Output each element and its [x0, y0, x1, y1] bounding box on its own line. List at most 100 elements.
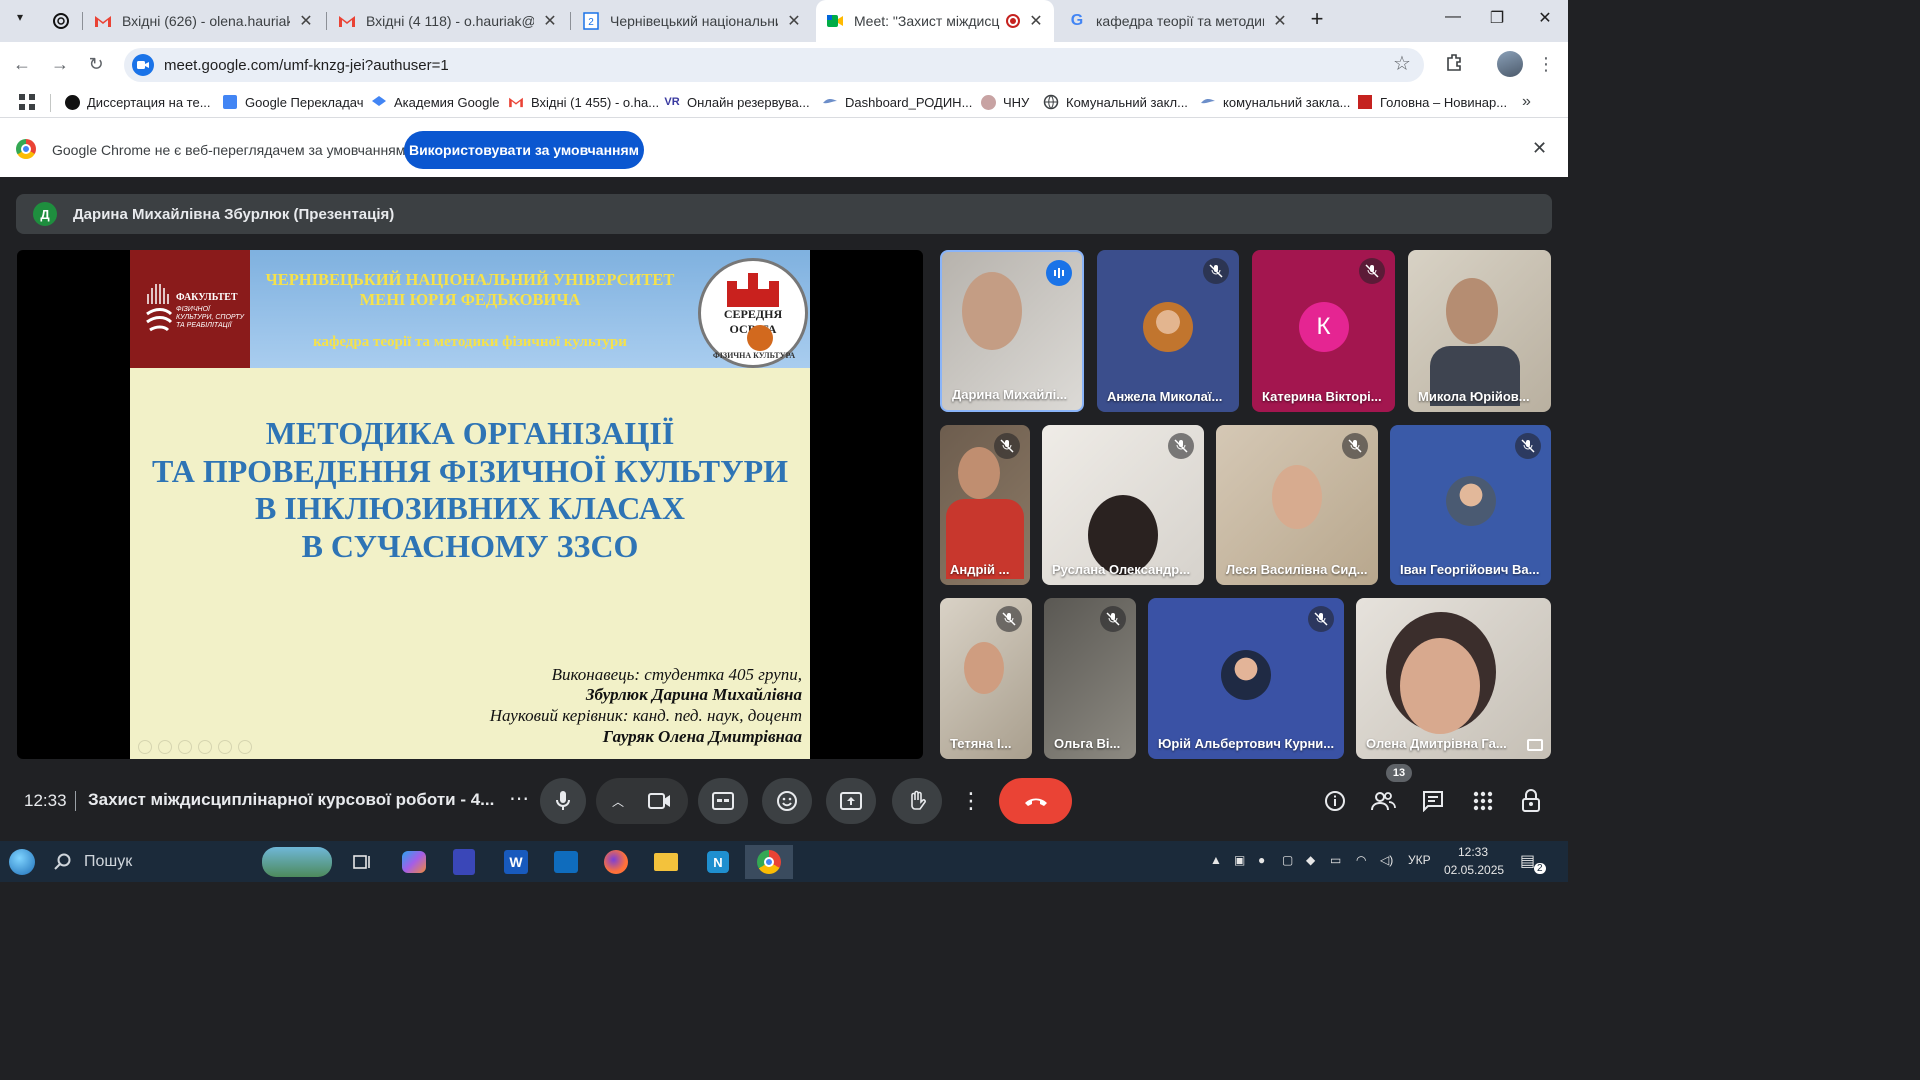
tab-title: кафедра теорії та методики фі [1096, 13, 1264, 29]
maximize-button[interactable]: ❐ [1482, 8, 1512, 32]
microphone-button[interactable] [540, 778, 586, 824]
task-view-button[interactable] [343, 845, 383, 879]
bookmark-item[interactable]: Google Перекладач [222, 92, 364, 112]
more-options-icon[interactable]: ⋯ [505, 789, 533, 814]
chrome-taskbar-button[interactable] [745, 845, 793, 879]
bookmark-item[interactable]: Комунальний закл... [1043, 92, 1188, 112]
participant-tile[interactable]: Андрій ... [940, 425, 1030, 585]
presenter-label: Дарина Михайлівна Збурлюк (Презентація) [73, 205, 395, 223]
host-controls-button[interactable] [1516, 786, 1546, 816]
close-tab-icon[interactable]: ✕ [786, 11, 802, 31]
participant-tile[interactable]: Олена Дмитрівна Га... [1356, 598, 1551, 759]
faculty-title: ФАКУЛЬТЕТ [176, 292, 238, 303]
more-actions-button[interactable]: ⋮ [956, 778, 986, 824]
captions-button[interactable] [698, 778, 748, 824]
apps-icon[interactable] [18, 92, 36, 112]
forward-button[interactable]: → [48, 52, 72, 76]
pip-icon[interactable] [1527, 739, 1543, 751]
participant-tile[interactable]: Юрій Альбертович Курни... [1148, 598, 1344, 759]
reload-button[interactable]: ↻ [84, 52, 108, 76]
browser-menu-icon[interactable]: ⋮ [1534, 52, 1558, 76]
bookmark-item[interactable]: Вхідні (1 455) - o.ha... [508, 92, 659, 112]
participant-tile[interactable]: Микола Юрійов... [1408, 250, 1551, 412]
leave-call-button[interactable] [999, 778, 1072, 824]
set-default-button[interactable]: Використовувати за умовчанням [404, 131, 644, 169]
participant-tile[interactable]: Руслана Олександр... [1042, 425, 1204, 585]
participant-tile[interactable]: К Катерина Вікторі... [1252, 250, 1395, 412]
bookmark-star-icon[interactable]: ☆ [1390, 52, 1414, 76]
profile-avatar[interactable] [1497, 51, 1523, 77]
bookmarks-divider [50, 94, 51, 112]
bookmark-item[interactable]: Dashboard_РОДИН... [822, 92, 972, 112]
lock-person-icon [1522, 789, 1540, 812]
extensions-icon[interactable] [1442, 52, 1466, 76]
bookmark-item[interactable]: Академия Google [371, 92, 499, 112]
close-tab-icon[interactable]: ✕ [542, 11, 558, 31]
bookmark-item[interactable]: Диссертация на те... [64, 92, 211, 112]
language-indicator[interactable]: УКР [1408, 853, 1431, 867]
app-taskbar-button[interactable]: N [698, 845, 738, 879]
people-button[interactable] [1368, 786, 1398, 816]
word-icon: W [504, 850, 528, 874]
show-hidden-icons[interactable]: ▲ [1210, 853, 1222, 867]
notifications-icon[interactable]: ▤ [1520, 851, 1535, 871]
store-taskbar-button[interactable] [546, 845, 586, 879]
participant-tile[interactable]: Ольга Ві... [1044, 598, 1136, 759]
close-window-button[interactable]: ✕ [1530, 8, 1560, 32]
bookmark-item[interactable]: ЧНУ [980, 92, 1029, 112]
store-icon [554, 851, 578, 873]
copilot-taskbar-button[interactable] [394, 845, 434, 879]
participant-tile[interactable]: Леся Василівна Сид... [1216, 425, 1378, 585]
meeting-info-button[interactable] [1320, 786, 1350, 816]
reactions-button[interactable] [762, 778, 812, 824]
bookmark-item[interactable]: VR Онлайн резервува... [664, 92, 809, 112]
more-bookmarks-icon[interactable]: » [1522, 92, 1531, 112]
close-infobar-icon[interactable]: ✕ [1532, 138, 1547, 159]
presentation-stage[interactable]: ФАКУЛЬТЕТ ФІЗИЧНОЇ КУЛЬТУРИ, СПОРТУ ТА Р… [17, 250, 923, 759]
participant-tile[interactable]: Іван Георгійович Ва... [1390, 425, 1551, 585]
tab-gmail-1[interactable]: Вхідні (626) - olena.hauriak@gr ✕ [84, 4, 324, 38]
volume-icon[interactable]: ◁) [1380, 853, 1393, 867]
minimize-button[interactable]: — [1438, 8, 1468, 32]
tab-search-button[interactable]: ▾ [8, 10, 32, 32]
slide-nav-controls[interactable] [138, 740, 268, 754]
taskbar-date[interactable]: 02.05.2025 [1444, 863, 1504, 877]
windows-taskbar: Пошук W N ▲ ▣ ● ▢ ◆ ▭ ◠ ◁) УКР 12:33 02.… [0, 841, 1568, 882]
bookmark-item[interactable]: комунальний закла... [1200, 92, 1350, 112]
tab-university[interactable]: 2 Чернівецький національний у ✕ [572, 4, 812, 38]
firefox-icon [604, 850, 628, 874]
tab-meet[interactable]: Meet: "Захист міждисциплі ✕ [816, 0, 1054, 42]
calculator-taskbar-button[interactable] [444, 845, 484, 879]
activities-button[interactable] [1468, 786, 1498, 816]
raise-hand-button[interactable] [892, 778, 942, 824]
explorer-taskbar-button[interactable] [646, 845, 686, 879]
camera-button[interactable]: ︿ [596, 778, 688, 824]
close-tab-icon[interactable]: ✕ [1272, 11, 1288, 31]
participant-tile[interactable]: Анжела Миколаї... [1097, 250, 1239, 412]
wifi-icon[interactable]: ◠ [1356, 853, 1366, 867]
tab-google-search[interactable]: G кафедра теорії та методики фі ✕ [1058, 4, 1298, 38]
participant-tile[interactable]: Дарина Михайлі... [940, 250, 1084, 412]
start-button[interactable] [0, 845, 44, 879]
new-tab-button[interactable]: + [1304, 6, 1330, 34]
tab-chatgpt[interactable] [42, 4, 82, 38]
tab-gmail-2[interactable]: Вхідні (4 118) - o.hauriak@chnu ✕ [328, 4, 568, 38]
controls-divider [75, 791, 76, 811]
taskbar-search[interactable]: Пошук [46, 845, 336, 879]
tab-title: Вхідні (4 118) - o.hauriak@chnu [366, 13, 534, 29]
bookmark-item[interactable]: Головна – Новинар... [1357, 92, 1507, 112]
close-tab-icon[interactable]: ✕ [1028, 11, 1044, 31]
taskbar-time[interactable]: 12:33 [1458, 845, 1488, 859]
firefox-taskbar-button[interactable] [596, 845, 636, 879]
participant-tile[interactable]: Тетяна І... [940, 598, 1032, 759]
chat-button[interactable] [1418, 786, 1448, 816]
word-taskbar-button[interactable]: W [496, 845, 536, 879]
chevron-up-icon[interactable]: ︿ [612, 793, 624, 810]
bird-icon [1200, 94, 1216, 110]
present-button[interactable] [826, 778, 876, 824]
close-tab-icon[interactable]: ✕ [298, 11, 314, 31]
news-icon [1357, 94, 1373, 110]
address-bar[interactable]: meet.google.com/umf-knzg-jei?authuser=1 [124, 48, 1424, 82]
site-info-icon[interactable] [132, 54, 154, 76]
back-button[interactable]: ← [10, 52, 34, 76]
